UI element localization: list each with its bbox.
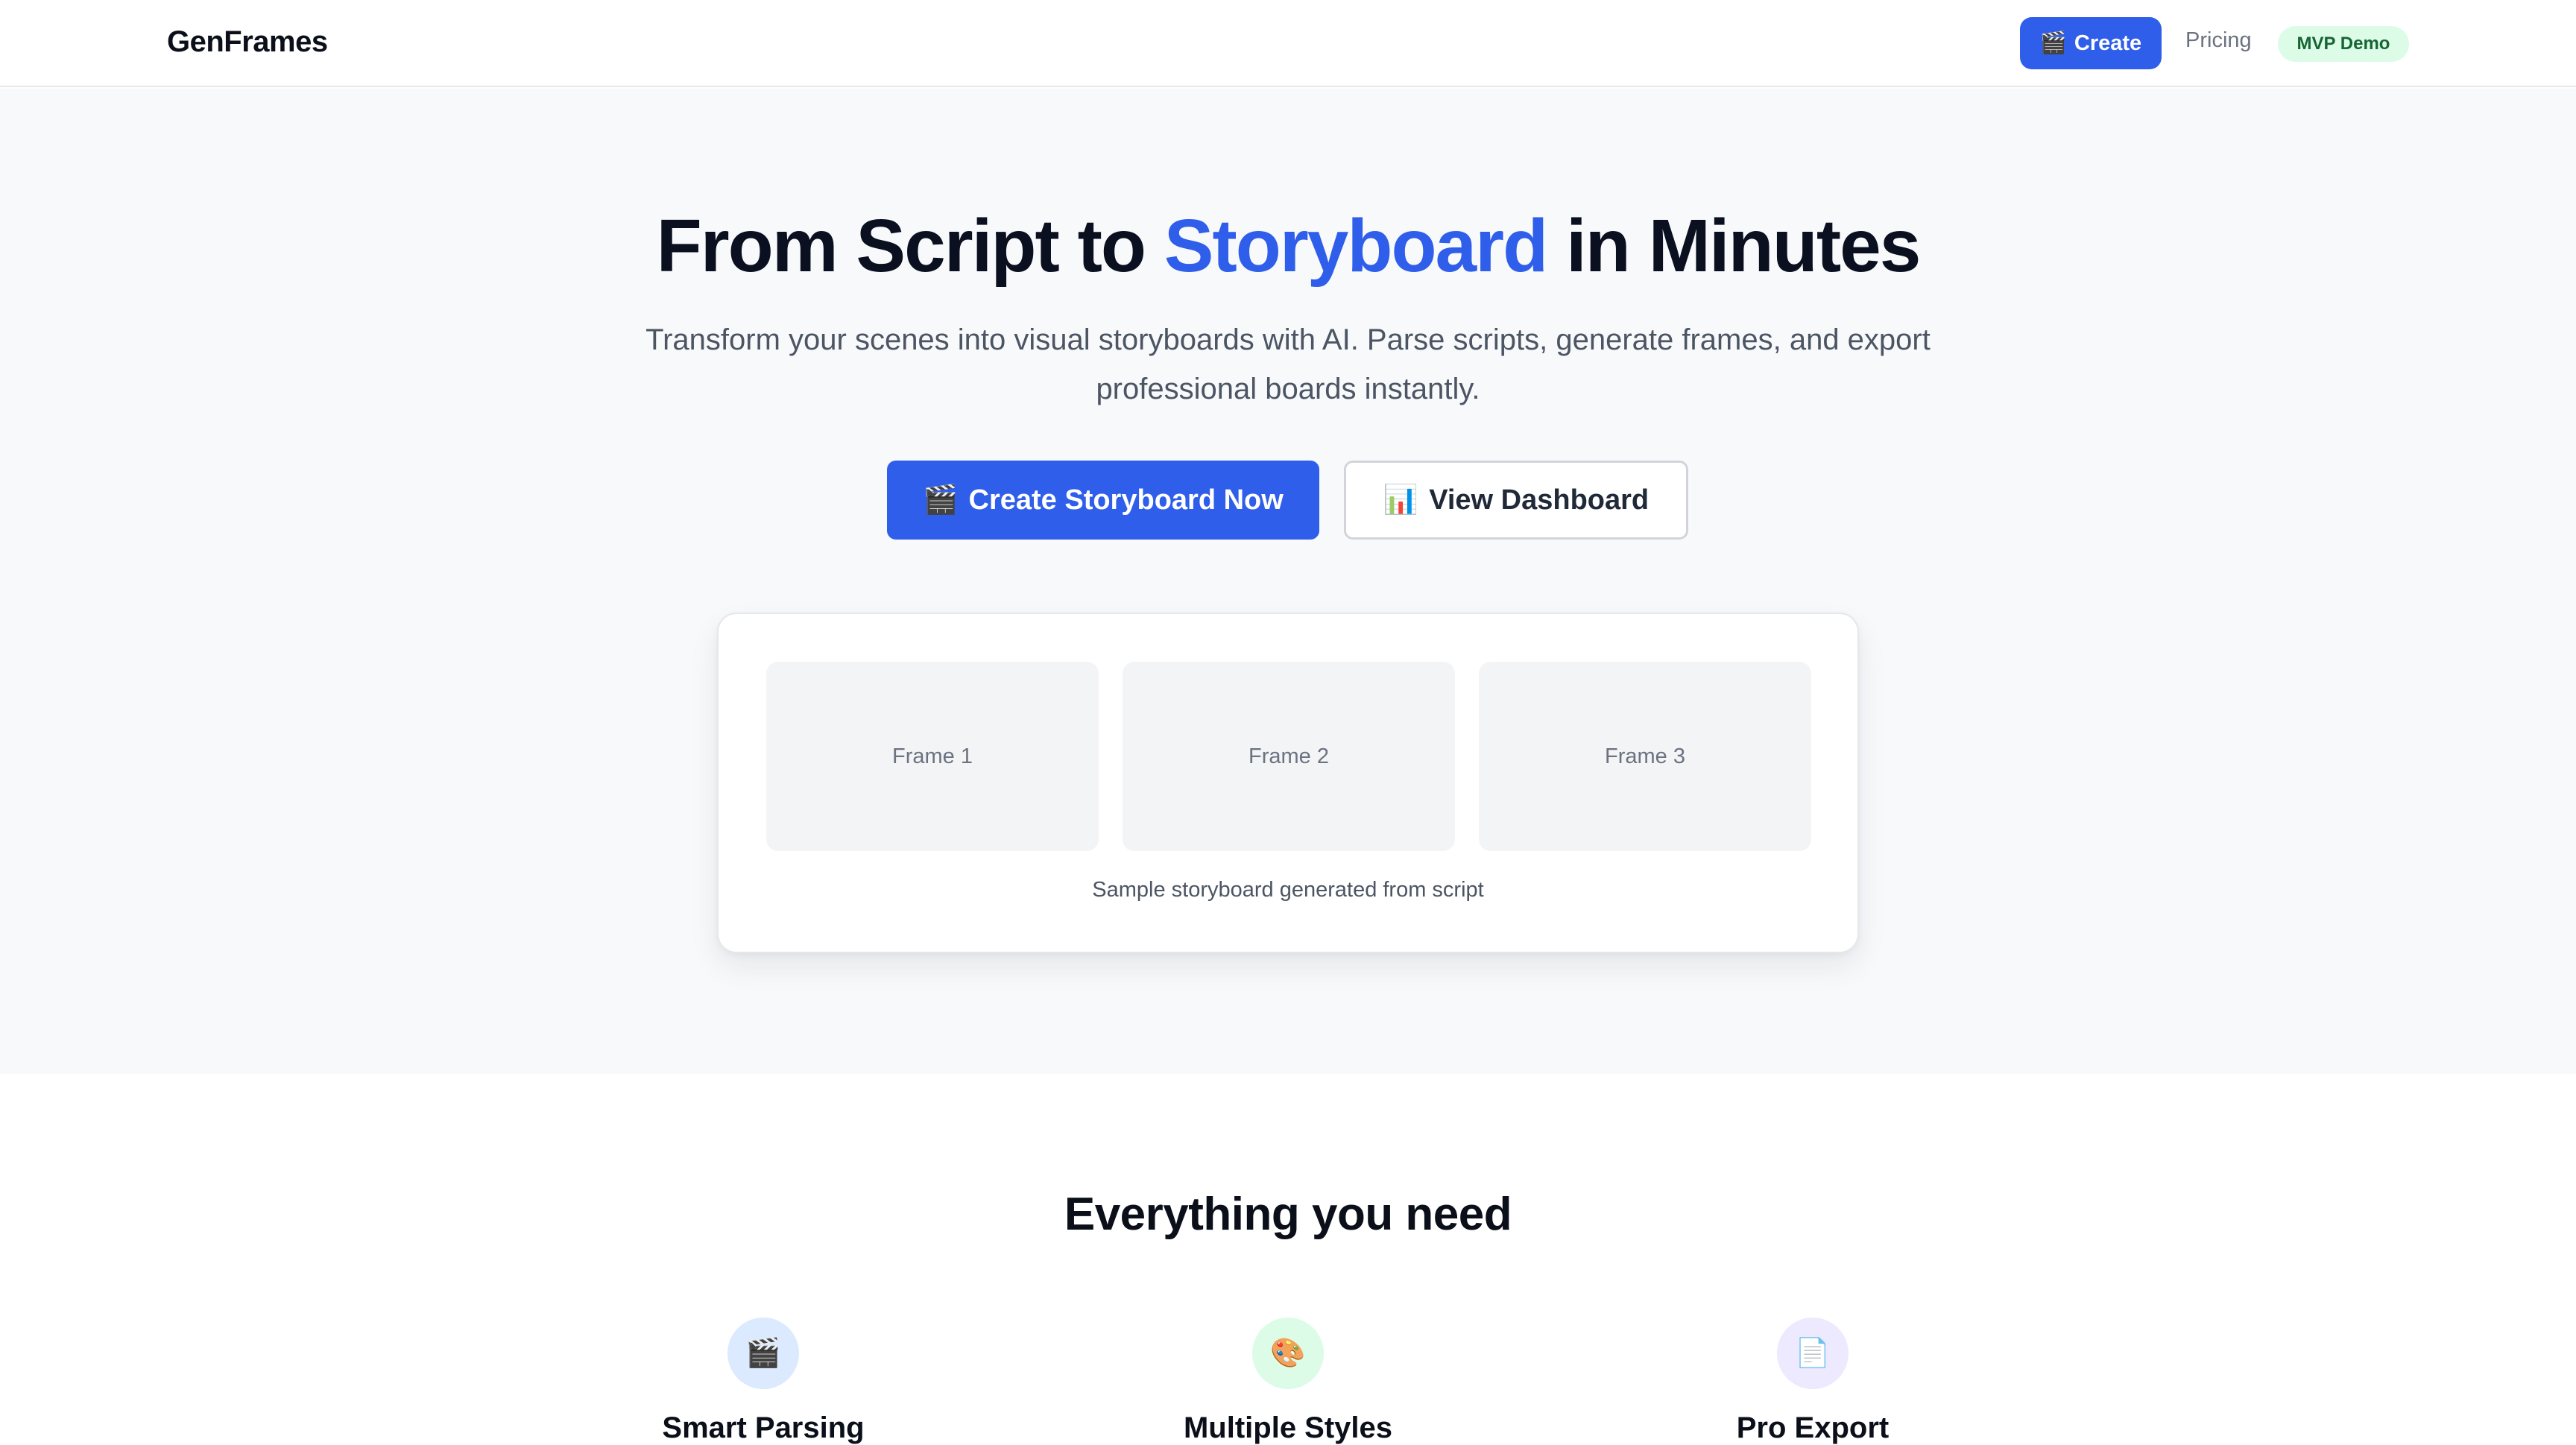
nav-create-button[interactable]: 🎬 Create <box>2020 17 2162 69</box>
top-navbar: GenFrames 🎬 Create Pricing MVP Demo <box>0 0 2576 87</box>
view-dashboard-label: View Dashboard <box>1429 484 1650 516</box>
storyboard-frame-2: Frame 2 <box>1123 662 1455 851</box>
preview-caption: Sample storyboard generated from script <box>1092 878 1484 902</box>
feature-label-pro-export: Pro Export <box>1736 1411 1890 1444</box>
hero-subtitle: Transform your scenes into visual storyb… <box>645 323 1931 405</box>
storyboard-frame-3: Frame 3 <box>1479 662 1811 851</box>
nav-pricing-link[interactable]: Pricing <box>2185 28 2252 53</box>
palette-icon: 🎨 <box>1270 1338 1306 1369</box>
hero-title: From Script to Storyboard in Minutes <box>0 203 2576 289</box>
bar-chart-icon: 📊 <box>1383 484 1419 516</box>
view-dashboard-button[interactable]: 📊 View Dashboard <box>1344 461 1688 540</box>
storyboard-preview-card: Frame 1 Frame 2 Frame 3 Sample storyboar… <box>717 613 1859 953</box>
clapperboard-icon: 🎬 <box>2039 31 2067 55</box>
features-title: Everything you need <box>1064 1189 1512 1240</box>
create-storyboard-label: Create Storyboard Now <box>968 484 1284 516</box>
clapperboard-icon: 🎬 <box>923 484 959 516</box>
hero-section: From Script to Storyboard in Minutes Tra… <box>0 89 2576 1074</box>
feature-smart-parsing-icon-wrap: 🎬 <box>727 1318 799 1389</box>
hero-title-end: in Minutes <box>1547 204 1921 288</box>
brand-logo[interactable]: GenFrames <box>167 25 328 59</box>
create-storyboard-button[interactable]: 🎬 Create Storyboard Now <box>887 461 1319 540</box>
clapperboard-icon: 🎬 <box>745 1338 781 1369</box>
feature-label-multiple-styles: Multiple Styles <box>1183 1411 1393 1444</box>
feature-pro-export-icon-wrap: 📄 <box>1777 1318 1849 1389</box>
nav-create-label: Create <box>2074 31 2142 55</box>
feature-label-smart-parsing: Smart Parsing <box>662 1411 865 1444</box>
document-icon: 📄 <box>1795 1338 1831 1369</box>
feature-multiple-styles-icon-wrap: 🎨 <box>1252 1318 1324 1389</box>
mvp-demo-badge: MVP Demo <box>2278 26 2409 62</box>
hero-title-accent: Storyboard <box>1164 204 1548 288</box>
storyboard-frame-1: Frame 1 <box>766 662 1099 851</box>
hero-title-start: From Script to <box>656 204 1164 288</box>
